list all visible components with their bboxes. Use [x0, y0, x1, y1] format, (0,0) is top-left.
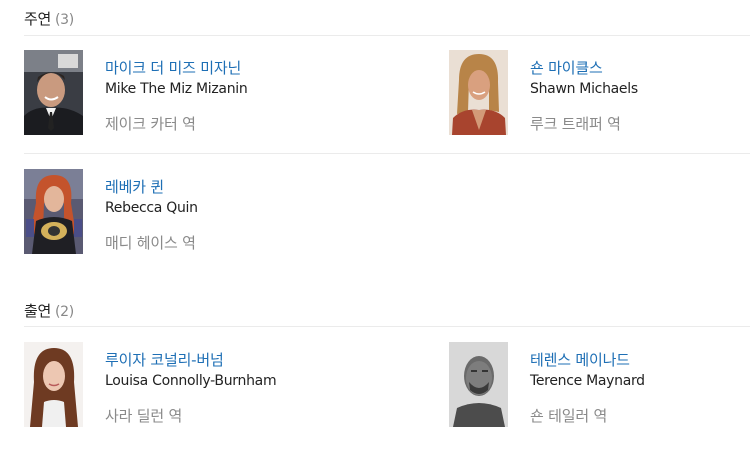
person-photo-icon: [24, 50, 83, 135]
cast-photo[interactable]: [24, 50, 83, 135]
row-divider: [24, 153, 750, 154]
cast-name-english: Rebecca Quin: [105, 200, 198, 216]
cast-name-link[interactable]: 레베카 퀸: [105, 176, 164, 197]
section-count: (2): [55, 304, 74, 320]
section-title-label: 주연: [24, 10, 52, 28]
section-title-label: 출연: [24, 302, 52, 320]
cast-name-english: Shawn Michaels: [530, 81, 638, 97]
section-divider: [24, 35, 750, 36]
cast-name-link[interactable]: 마이크 더 미즈 미자닌: [105, 57, 241, 78]
cast-photo[interactable]: [449, 342, 508, 427]
cast-card: 숀 마이클스 Shawn Michaels 루크 트래퍼 역: [449, 50, 750, 136]
cast-photo[interactable]: [24, 169, 83, 254]
cast-name-english: Louisa Connolly-Burnham: [105, 373, 277, 389]
cast-role: 루크 트래퍼 역: [530, 115, 621, 133]
section-title-supporting-cast: 출연 (2): [24, 300, 74, 321]
cast-role: 매디 헤이스 역: [105, 234, 196, 252]
cast-card: 마이크 더 미즈 미자닌 Mike The Miz Mizanin 제이크 카터…: [24, 50, 354, 136]
section-title-main-cast: 주연 (3): [24, 8, 74, 29]
person-photo-icon: [24, 342, 83, 427]
person-photo-icon: [449, 342, 508, 427]
cast-name-english: Mike The Miz Mizanin: [105, 81, 248, 97]
section-divider: [24, 326, 750, 327]
cast-name-link[interactable]: 숀 마이클스: [530, 57, 603, 78]
person-photo-icon: [24, 169, 83, 254]
cast-photo[interactable]: [24, 342, 83, 427]
cast-role: 제이크 카터 역: [105, 115, 196, 133]
cast-name-english: Terence Maynard: [530, 373, 645, 389]
cast-role: 숀 테일러 역: [530, 407, 608, 425]
cast-name-link[interactable]: 테렌스 메이나드: [530, 349, 630, 370]
cast-name-link[interactable]: 루이자 코널리-버넘: [105, 349, 224, 370]
cast-role: 사라 딜런 역: [105, 407, 183, 425]
cast-card: 레베카 퀸 Rebecca Quin 매디 헤이스 역: [24, 169, 354, 255]
person-photo-icon: [449, 50, 508, 135]
cast-card: 테렌스 메이나드 Terence Maynard 숀 테일러 역: [449, 342, 750, 428]
section-count: (3): [55, 12, 74, 28]
cast-photo[interactable]: [449, 50, 508, 135]
cast-card: 루이자 코널리-버넘 Louisa Connolly-Burnham 사라 딜런…: [24, 342, 354, 428]
